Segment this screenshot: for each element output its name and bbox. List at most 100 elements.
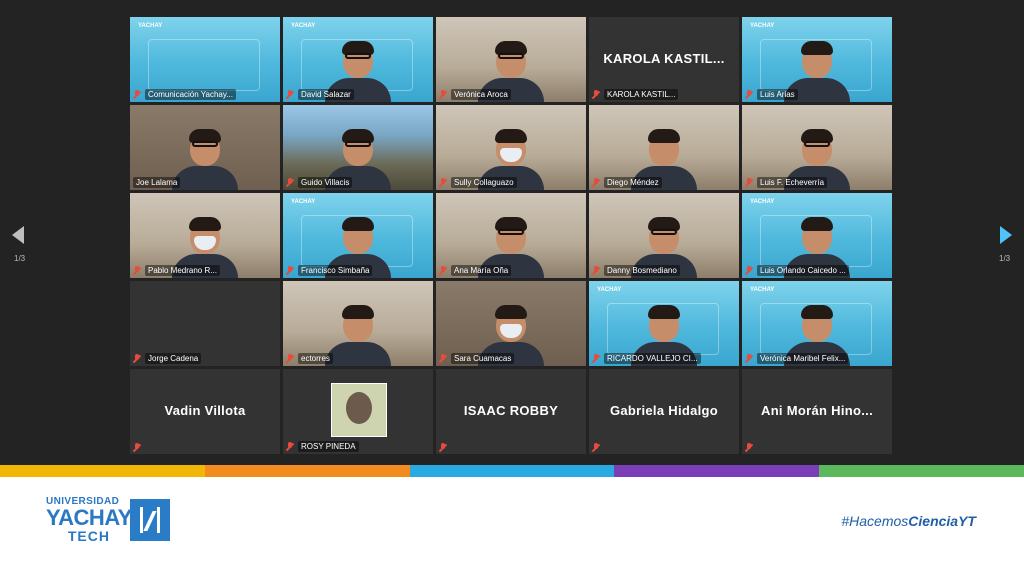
name-label-row: Luis F. Echeverría bbox=[745, 177, 828, 188]
participant-name: ROSY PINEDA bbox=[298, 441, 359, 452]
name-label-row bbox=[439, 443, 447, 452]
footer-banner: UNIVERSIDAD YACHAY TECH #HacemosCienciaY… bbox=[0, 477, 1024, 561]
participant-tile[interactable]: Vadin Villota bbox=[130, 369, 280, 454]
name-label-row: Jorge Cadena bbox=[133, 353, 202, 364]
participant-display-name: Gabriela Hidalgo bbox=[609, 403, 719, 418]
name-label-row: Danny Bosmediano bbox=[592, 265, 680, 276]
yachay-mark-icon bbox=[130, 499, 170, 541]
muted-mic-icon bbox=[439, 354, 447, 363]
muted-mic-icon bbox=[133, 266, 141, 275]
participant-video bbox=[323, 302, 393, 366]
participant-tile[interactable]: Ana María Oña bbox=[436, 193, 586, 278]
muted-mic-icon bbox=[133, 354, 141, 363]
participant-tile[interactable]: ectorres bbox=[283, 281, 433, 366]
participant-tile[interactable]: Diego Méndez bbox=[589, 105, 739, 190]
name-label-row: Luis Arias bbox=[745, 89, 798, 100]
participant-tile[interactable]: Verónica Aroca bbox=[436, 17, 586, 102]
name-label-row: Sully Collaguazo bbox=[439, 177, 517, 188]
participant-tile[interactable]: Sully Collaguazo bbox=[436, 105, 586, 190]
participant-name: ectorres bbox=[298, 353, 333, 364]
brand-logo: YACHAY bbox=[291, 23, 316, 29]
participant-tile[interactable]: YACHAY Verónica Maribel Felix... bbox=[742, 281, 892, 366]
name-label-row: Guido Villacis bbox=[286, 177, 353, 188]
muted-mic-icon bbox=[592, 354, 600, 363]
brand-logo: YACHAY bbox=[750, 199, 775, 205]
next-page-arrow-icon[interactable] bbox=[1000, 226, 1012, 244]
participant-name: RICARDO VALLEJO CI... bbox=[604, 353, 701, 364]
muted-mic-icon bbox=[592, 443, 600, 452]
participant-tile[interactable]: YACHAY Luis Orlando Caicedo ... bbox=[742, 193, 892, 278]
participant-name: Luis F. Echeverría bbox=[757, 177, 828, 188]
name-label-row: Francisco Simbaña bbox=[286, 265, 373, 276]
participant-tile[interactable]: ROSY PINEDA bbox=[283, 369, 433, 454]
participant-name: Guido Villacis bbox=[298, 177, 353, 188]
participant-tile[interactable]: Pablo Medrano R... bbox=[130, 193, 280, 278]
name-label-row: RICARDO VALLEJO CI... bbox=[592, 353, 701, 364]
participant-tile[interactable]: Joe Lalama bbox=[130, 105, 280, 190]
muted-mic-icon bbox=[439, 90, 447, 99]
participant-tile[interactable]: YACHAY Luis Arias bbox=[742, 17, 892, 102]
stripe-segment bbox=[819, 465, 1024, 477]
muted-mic-icon bbox=[286, 442, 294, 451]
participant-name: Luis Arias bbox=[757, 89, 798, 100]
muted-mic-icon bbox=[592, 90, 600, 99]
participant-tile[interactable]: ISAAC ROBBY bbox=[436, 369, 586, 454]
participant-display-name: KAROLA KASTIL... bbox=[603, 51, 725, 66]
participant-name: Joe Lalama bbox=[133, 177, 181, 188]
name-label-row: David Salazar bbox=[286, 89, 354, 100]
participant-name: Verónica Maribel Felix... bbox=[757, 353, 849, 364]
participant-tile[interactable]: Ani Morán Hino... bbox=[742, 369, 892, 454]
muted-mic-icon bbox=[286, 178, 294, 187]
muted-mic-icon bbox=[133, 443, 141, 452]
muted-mic-icon bbox=[592, 178, 600, 187]
participant-tile[interactable]: Sara Cuamacas bbox=[436, 281, 586, 366]
name-label-row bbox=[133, 443, 141, 452]
name-label-row bbox=[745, 443, 753, 452]
participant-name: Ana María Oña bbox=[451, 265, 512, 276]
participant-tile[interactable]: Gabriela Hidalgo bbox=[589, 369, 739, 454]
muted-mic-icon bbox=[133, 90, 141, 99]
muted-mic-icon bbox=[745, 354, 753, 363]
participant-display-name: Ani Morán Hino... bbox=[761, 403, 873, 418]
name-label-row: Pablo Medrano R... bbox=[133, 265, 220, 276]
stripe-segment bbox=[409, 465, 615, 477]
participant-tile[interactable]: YACHAY Comunicación Yachay... bbox=[130, 17, 280, 102]
name-label-row: Luis Orlando Caicedo ... bbox=[745, 265, 849, 276]
hashtag: #HacemosCienciaYT bbox=[841, 513, 976, 529]
participant-name: Sully Collaguazo bbox=[451, 177, 517, 188]
stripe-segment bbox=[0, 465, 205, 477]
previous-page-arrow-icon[interactable] bbox=[12, 226, 24, 244]
participant-name: KAROLA KASTIL... bbox=[604, 89, 679, 100]
participant-tile[interactable]: YACHAY David Salazar bbox=[283, 17, 433, 102]
participant-tile[interactable]: Danny Bosmediano bbox=[589, 193, 739, 278]
university-logo: UNIVERSIDAD YACHAY TECH bbox=[46, 496, 132, 544]
participant-name: Diego Méndez bbox=[604, 177, 662, 188]
meeting-gallery: 1/3 1/3 YACHAY Comunicación Yachay... YACH… bbox=[0, 0, 1024, 465]
participant-tile[interactable]: KAROLA KASTIL... KAROLA KASTIL... bbox=[589, 17, 739, 102]
participant-tile[interactable]: Jorge Cadena bbox=[130, 281, 280, 366]
participant-name: Sara Cuamacas bbox=[451, 353, 515, 364]
participant-name: Pablo Medrano R... bbox=[145, 265, 220, 276]
page-indicator-left: 1/3 bbox=[14, 254, 26, 263]
brand-logo: YACHAY bbox=[597, 287, 622, 293]
participant-tile[interactable]: Guido Villacis bbox=[283, 105, 433, 190]
participant-video bbox=[170, 126, 240, 190]
participant-tile[interactable]: YACHAY RICARDO VALLEJO CI... bbox=[589, 281, 739, 366]
brand-logo: YACHAY bbox=[291, 199, 316, 205]
participant-display-name: Vadin Villota bbox=[164, 403, 246, 418]
name-label-row: Verónica Aroca bbox=[439, 89, 511, 100]
brand-logo: YACHAY bbox=[138, 23, 163, 29]
participant-tile[interactable]: YACHAY Francisco Simbaña bbox=[283, 193, 433, 278]
name-label-row: Verónica Maribel Felix... bbox=[745, 353, 849, 364]
muted-mic-icon bbox=[439, 443, 447, 452]
muted-mic-icon bbox=[745, 266, 753, 275]
page-indicator-right: 1/3 bbox=[999, 254, 1011, 263]
participant-name: Jorge Cadena bbox=[145, 353, 202, 364]
participant-name: Francisco Simbaña bbox=[298, 265, 373, 276]
muted-mic-icon bbox=[745, 443, 753, 452]
muted-mic-icon bbox=[286, 266, 294, 275]
muted-mic-icon bbox=[745, 90, 753, 99]
name-label-row: Ana María Oña bbox=[439, 265, 512, 276]
name-label-row: Diego Méndez bbox=[592, 177, 662, 188]
participant-tile[interactable]: Luis F. Echeverría bbox=[742, 105, 892, 190]
